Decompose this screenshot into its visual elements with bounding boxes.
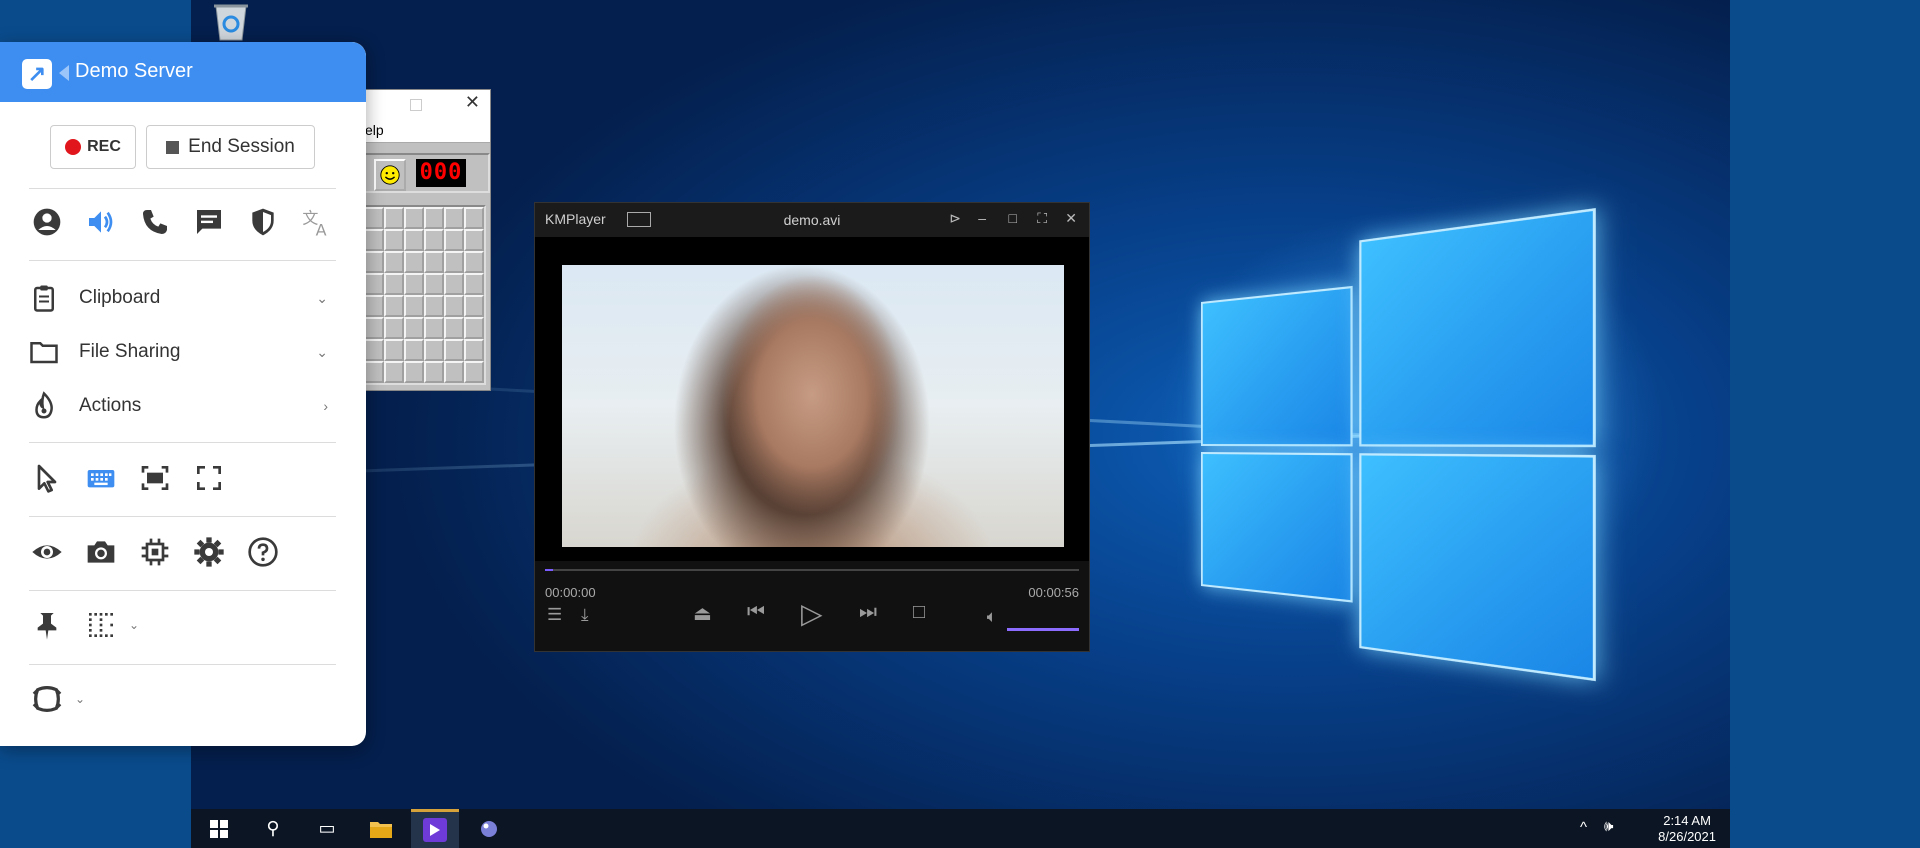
minesweeper-window[interactable]: ✕ elp 000 [361,89,491,391]
app-logo-icon: ↗ [22,59,52,89]
task-view-icon[interactable]: ▭ [303,809,351,848]
previous-icon[interactable]: ⏮ [747,601,765,624]
kmplayer-window[interactable]: KMPlayer demo.avi ⊳ – □ ⛶ ✕ 00:00:00 00:… [534,202,1090,652]
start-icon[interactable] [195,809,243,848]
user-icon[interactable] [30,205,64,239]
search-icon[interactable]: ⚲ [249,809,297,848]
smiley-face-button[interactable] [374,159,406,191]
help-icon[interactable] [246,535,280,569]
stop-square-icon [166,140,180,154]
kmplayer-filename: demo.avi [783,212,841,228]
fullscreen-icon[interactable] [192,461,226,495]
speaker-icon[interactable]: 🕪︎ [1604,818,1613,835]
menu-clipboard[interactable]: Clipboard ⌄ [29,278,336,318]
close-icon[interactable]: ✕ [1065,210,1077,227]
end-session-button[interactable]: End Session [146,125,315,169]
chevron-down-icon: ⌄ [316,289,328,306]
chevron-down-icon[interactable]: ⌄ [124,608,144,642]
clock[interactable]: 2:14 AM 8/26/2021 [1658,813,1716,845]
clock-time: 2:14 AM [1663,813,1711,828]
divider [29,590,336,591]
fit-screen-icon[interactable] [138,461,172,495]
screen-shape-icon[interactable] [30,682,64,716]
minesweeper-menu-help[interactable]: elp [362,118,490,143]
menu-actions[interactable]: Actions › [29,386,336,426]
collapse-arrow-icon[interactable] [59,65,69,81]
minesweeper-taskbar-icon[interactable] [465,809,513,848]
keyboard-icon[interactable] [84,461,118,495]
kmplayer-titlebar[interactable]: KMPlayer demo.avi ⊳ – □ ⛶ ✕ [535,203,1089,237]
chevron-right-icon: › [323,398,328,414]
maximize-icon[interactable]: □ [1009,210,1017,226]
shield-icon[interactable] [246,205,280,239]
translate-icon[interactable]: 文A [300,205,334,239]
eject-icon[interactable]: ⏏ [693,601,712,626]
stop-icon[interactable]: □ [913,601,925,624]
record-label: REC [87,138,121,155]
menu-file-sharing[interactable]: File Sharing ⌄ [29,332,336,372]
folder-icon [30,342,58,364]
flame-icon [35,391,53,419]
pin-icon[interactable]: ⊳ [949,210,961,227]
menu-actions-label: Actions [79,395,142,416]
time-elapsed: 00:00:00 [545,585,596,600]
divider [29,664,336,665]
chevron-down-icon[interactable]: ⌄ [70,682,90,716]
taskbar: ⚲ ▭ ^ 🕪︎ 2:14 AM 8/26/2021 [191,809,1730,848]
playlist-icon[interactable]: ☰ [547,605,562,625]
volume-slider[interactable] [1007,628,1079,631]
divider [29,260,336,261]
video-frame[interactable] [562,265,1064,547]
play-icon[interactable]: ▷ [801,597,823,630]
recycle-bin-icon[interactable] [210,2,252,42]
end-session-label: End Session [188,136,295,157]
minesweeper-header: 000 [362,153,490,193]
clipboard-icon [34,285,54,312]
remote-desktop[interactable]: ✕ elp 000 KMPlayer demo.avi ⊳ – □ ⛶ ✕ 00… [191,0,1730,848]
file-explorer-icon[interactable] [357,809,405,848]
record-dot-icon [65,139,82,155]
divider [29,188,336,189]
fullscreen-icon[interactable]: ⛶ [1037,210,1047,227]
clock-date: 8/26/2021 [1658,829,1716,844]
pointer-icon[interactable] [30,461,64,495]
seek-bar[interactable] [545,569,1079,571]
eye-icon[interactable] [30,535,64,569]
volume-icon[interactable]: 🔈︎ [987,607,997,627]
playback-controls: 00:00:00 00:00:56 ☰ ⤓ ⏏ ⏮ ▷ ⏭ □ 🔈︎ [535,561,1089,651]
svg-text:A: A [316,220,327,238]
chevron-up-icon[interactable]: ^ [1580,819,1587,836]
chevron-down-icon: ⌄ [316,343,328,360]
minefield[interactable] [362,205,486,385]
server-name: Demo Server [75,60,193,82]
menu-file-sharing-label: File Sharing [79,341,181,362]
chat-icon[interactable] [192,205,226,239]
grid-dots-icon[interactable] [84,608,118,642]
panel-header[interactable]: ↗ Demo Server [0,42,366,102]
chip-icon[interactable] [138,535,172,569]
pin-icon[interactable] [30,608,64,642]
menu-clipboard-label: Clipboard [79,287,161,308]
divider [29,442,336,443]
system-tray: ^ 🕪︎ 2:14 AM 8/26/2021 [1570,809,1730,848]
minesweeper-titlebar[interactable]: ✕ [362,90,490,118]
windows-wallpaper-logo [1201,207,1605,682]
close-icon[interactable]: ✕ [465,92,480,113]
download-icon[interactable]: ⤓ [581,605,589,625]
record-button[interactable]: REC [50,125,136,169]
maximize-icon[interactable] [410,99,422,111]
minimize-icon[interactable]: – [978,210,986,226]
phone-icon[interactable] [138,205,172,239]
gear-icon[interactable] [192,535,226,569]
time-total: 00:00:56 [1028,585,1079,600]
speaker-icon[interactable] [84,205,118,239]
session-panel: ↗ Demo Server REC End Session 文A Clipboa… [0,42,366,746]
divider [29,516,336,517]
mine-counter: 000 [416,159,466,187]
camera-icon[interactable] [84,535,118,569]
next-icon[interactable]: ⏭ [859,601,877,624]
kmplayer-taskbar-icon[interactable] [411,809,459,848]
